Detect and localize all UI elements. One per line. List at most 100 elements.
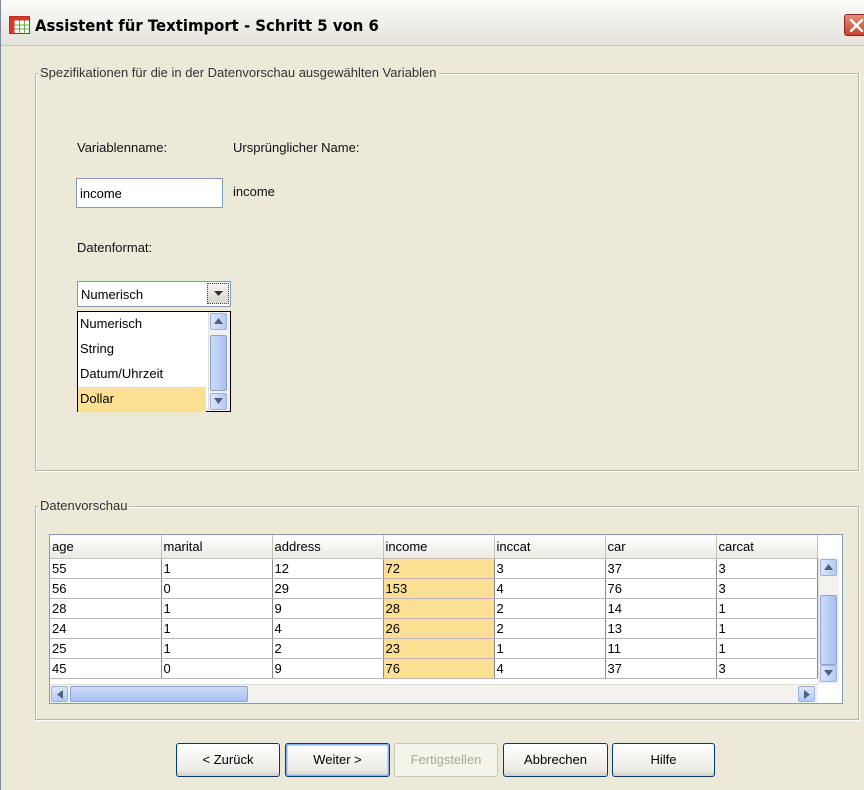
scroll-thumb[interactable]	[70, 686, 248, 702]
table-cell[interactable]: 1	[161, 598, 273, 619]
table-cell[interactable]: 2	[272, 638, 384, 659]
table-row: 45 0 9 76 4 37 3	[50, 658, 818, 679]
table-cell[interactable]: 14	[605, 598, 717, 619]
column-header-age[interactable]: age	[50, 535, 162, 559]
column-header-income[interactable]: income	[383, 535, 495, 559]
scroll-up-button[interactable]	[820, 559, 837, 576]
scroll-thumb[interactable]	[210, 335, 227, 391]
table-header-row: age marital address income inccat car ca…	[50, 535, 818, 559]
table-row: 28 1 9 28 2 14 1	[50, 598, 818, 619]
preview-group-legend: Datenvorschau	[38, 498, 130, 513]
table-cell[interactable]: 25	[50, 638, 162, 659]
table-cell[interactable]: 2	[494, 598, 606, 619]
spec-group-legend: Spezifikationen für die in der Datenvors…	[38, 65, 439, 80]
table-cell[interactable]: 1	[161, 638, 273, 659]
table-cell[interactable]: 45	[50, 658, 162, 679]
variable-name-input[interactable]: income	[76, 178, 223, 208]
scroll-down-button[interactable]	[210, 393, 227, 410]
list-item[interactable]: Numerisch	[78, 312, 206, 337]
arrow-down-icon	[214, 398, 223, 404]
close-icon	[849, 18, 864, 33]
window-title: Assistent für Textimport - Schritt 5 von…	[35, 16, 379, 35]
title-bar: Assistent für Textimport - Schritt 5 von…	[1, 0, 864, 46]
column-header-carcat[interactable]: carcat	[716, 535, 818, 559]
arrow-down-icon	[824, 670, 833, 676]
table-cell[interactable]: 1	[716, 638, 818, 659]
variable-name-label: Variablenname:	[77, 140, 168, 155]
table-cell[interactable]: 2	[494, 618, 606, 639]
table-cell[interactable]: 37	[605, 658, 717, 679]
table-cell[interactable]: 9	[272, 658, 384, 679]
data-format-select[interactable]: Numerisch	[77, 281, 231, 307]
table-row: 56 0 29 153 4 76 3	[50, 578, 818, 599]
table-cell[interactable]: 72	[383, 558, 495, 579]
table-cell[interactable]: 4	[272, 618, 384, 639]
table-cell[interactable]: 1	[161, 558, 273, 579]
table-cell[interactable]: 9	[272, 598, 384, 619]
table-cell[interactable]: 13	[605, 618, 717, 639]
finish-button[interactable]: Fertigstellen	[394, 743, 498, 777]
back-button[interactable]: < Zurück	[176, 743, 280, 777]
table-cell[interactable]: 24	[50, 618, 162, 639]
table-cell[interactable]: 56	[50, 578, 162, 599]
list-item[interactable]: String	[78, 337, 206, 362]
table-cell[interactable]: 1	[161, 618, 273, 639]
dialog-window: Assistent für Textimport - Schritt 5 von…	[0, 0, 864, 790]
table-cell[interactable]: 37	[605, 558, 717, 579]
original-name-label: Ursprünglicher Name:	[233, 140, 360, 155]
help-button[interactable]: Hilfe	[612, 743, 715, 777]
scroll-right-button[interactable]	[798, 686, 815, 702]
table-cell[interactable]: 3	[716, 658, 818, 679]
arrow-up-icon	[824, 564, 833, 570]
original-name-value: income	[233, 184, 275, 199]
dropdown-button[interactable]	[207, 283, 229, 304]
arrow-up-icon	[214, 318, 223, 324]
close-button[interactable]	[844, 14, 864, 36]
data-preview-table: age marital address income inccat car ca…	[50, 535, 818, 679]
column-header-marital[interactable]: marital	[161, 535, 273, 559]
table-body: 55 1 12 72 3 37 3 56 0 29 153 4 76 3 28 1 9 28 2 14 1 24 1 4 26 2…	[50, 558, 818, 679]
table-cell[interactable]: 1	[494, 638, 606, 659]
table-cell[interactable]: 1	[716, 598, 818, 619]
scroll-up-button[interactable]	[210, 313, 227, 330]
scroll-down-button[interactable]	[820, 665, 837, 682]
table-cell[interactable]: 0	[161, 578, 273, 599]
data-preview-grid: age marital address income inccat car ca…	[49, 534, 843, 704]
dropdown-vertical-scrollbar[interactable]	[208, 312, 230, 411]
table-cell[interactable]: 3	[716, 578, 818, 599]
next-button[interactable]: Weiter >	[285, 743, 390, 777]
table-cell[interactable]: 153	[383, 578, 495, 599]
table-row: 25 1 2 23 1 11 1	[50, 638, 818, 659]
table-cell[interactable]: 26	[383, 618, 495, 639]
table-cell[interactable]: 28	[50, 598, 162, 619]
chevron-down-icon	[214, 291, 223, 296]
table-row: 55 1 12 72 3 37 3	[50, 558, 818, 579]
column-header-address[interactable]: address	[272, 535, 384, 559]
data-format-selected-value: Numerisch	[81, 287, 144, 302]
grid-horizontal-scrollbar[interactable]	[50, 684, 818, 703]
table-cell[interactable]: 29	[272, 578, 384, 599]
data-format-dropdown-list: Numerisch String Datum/Uhrzeit Dollar	[77, 311, 231, 412]
column-header-inccat[interactable]: inccat	[494, 535, 606, 559]
table-cell[interactable]: 55	[50, 558, 162, 579]
table-cell[interactable]: 28	[383, 598, 495, 619]
scroll-left-button[interactable]	[51, 686, 68, 702]
list-item-selected[interactable]: Dollar	[78, 387, 206, 412]
table-cell[interactable]: 4	[494, 578, 606, 599]
table-cell[interactable]: 11	[605, 638, 717, 659]
scroll-thumb[interactable]	[820, 595, 837, 665]
table-cell[interactable]: 3	[716, 558, 818, 579]
data-format-label: Datenformat:	[77, 240, 153, 255]
grid-vertical-scrollbar[interactable]	[818, 558, 839, 684]
table-cell[interactable]: 76	[383, 658, 495, 679]
cancel-button[interactable]: Abbrechen	[503, 743, 608, 777]
table-cell[interactable]: 12	[272, 558, 384, 579]
table-cell[interactable]: 4	[494, 658, 606, 679]
table-cell[interactable]: 1	[716, 618, 818, 639]
table-cell[interactable]: 76	[605, 578, 717, 599]
list-item[interactable]: Datum/Uhrzeit	[78, 362, 206, 387]
table-cell[interactable]: 23	[383, 638, 495, 659]
table-cell[interactable]: 3	[494, 558, 606, 579]
table-cell[interactable]: 0	[161, 658, 273, 679]
column-header-car[interactable]: car	[605, 535, 717, 559]
